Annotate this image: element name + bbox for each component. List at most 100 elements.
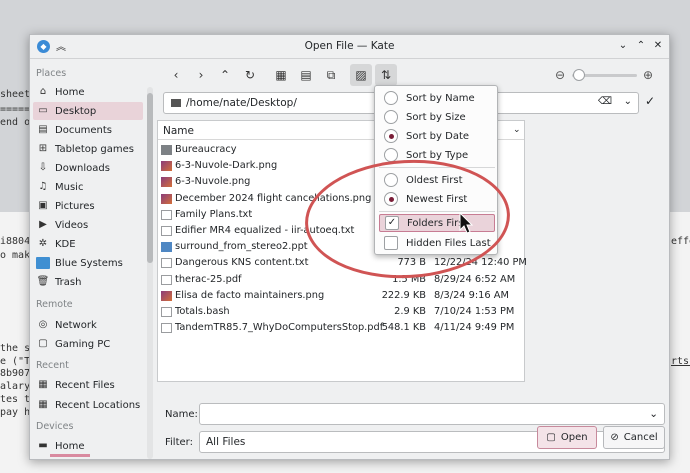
zoom-slider[interactable]	[572, 69, 637, 81]
radio-button[interactable]	[384, 148, 398, 162]
radio-button[interactable]	[384, 91, 398, 105]
sort-options-button[interactable]: ⇅	[375, 64, 397, 86]
bg-text-line: sheet	[0, 89, 31, 100]
sidebar-item-recent-files[interactable]: ▦ Recent Files	[33, 376, 143, 394]
filter-value[interactable]: All Files	[206, 436, 245, 448]
menu-item-sort-by-size[interactable]: Sort by Size	[379, 108, 495, 126]
file-name: TandemTR85.7_WhyDoComputersStop.pdf	[175, 322, 384, 334]
icons-view-button[interactable]: ▦	[270, 64, 292, 86]
open-button[interactable]: ▢ Open	[537, 426, 597, 449]
menu-item-newest-first[interactable]: Newest First	[379, 190, 495, 208]
sidebar-section-devices: Devices	[36, 421, 74, 432]
gamepad-icon: ⊞	[38, 143, 48, 154]
bg-text-line: =====	[0, 104, 31, 115]
recent-locations-icon: ▦	[38, 399, 48, 410]
maximize-button[interactable]: ⌃	[634, 39, 648, 53]
table-row[interactable]: Elisa de facto maintainers.png 222.9 KB 8/…	[158, 288, 524, 304]
sidebar-item-trash[interactable]: 🗑 Trash	[33, 273, 143, 291]
checkbox[interactable]	[384, 236, 398, 250]
mouse-pointer-icon	[459, 212, 474, 234]
table-row[interactable]: Totals.bash 2.9 KB 7/10/24 1:53 PM	[158, 304, 524, 320]
menu-item-sort-by-date[interactable]: Sort by Date	[379, 127, 495, 145]
radio-button[interactable]	[384, 192, 398, 206]
sidebar-item-pictures[interactable]: ▣ Pictures	[33, 197, 143, 215]
detail-view-button[interactable]: ▤	[295, 64, 317, 86]
table-row[interactable]: Dangerous KNS content.txt 773 B 12/22/24 1…	[158, 255, 527, 271]
tree-view-button[interactable]: ⧉	[320, 64, 342, 86]
clear-location-icon[interactable]: ⌫	[598, 96, 612, 107]
zoom-in-icon[interactable]: ⊕	[643, 68, 653, 82]
file-size: 1.5 MB	[392, 273, 426, 285]
table-row[interactable]: TandemTR85.7_WhyDoComputersStop.pdf 548.1…	[158, 320, 524, 336]
image-file-icon	[161, 177, 172, 188]
location-path[interactable]: /home/nate/Desktop/	[186, 97, 297, 109]
location-history-chevron-icon[interactable]: ⌄	[624, 96, 632, 107]
file-date: 7/10/24 1:53 PM	[434, 306, 515, 317]
cancel-button[interactable]: ⊘ Cancel	[603, 426, 665, 449]
downloads-icon: ⇩	[38, 162, 48, 173]
close-button[interactable]: ✕	[651, 39, 665, 53]
sidebar-item-videos[interactable]: ▶ Videos	[33, 216, 143, 234]
menu-item-sort-by-type[interactable]: Sort by Type	[379, 146, 495, 164]
sidebar-scrollbar[interactable]	[147, 87, 153, 459]
sort-chevron-icon[interactable]: ⌄	[513, 125, 521, 135]
confirm-location-button[interactable]: ✓	[645, 94, 655, 108]
file-name: December 2024 flight cancellations.png	[175, 192, 372, 204]
recent-files-icon: ▦	[38, 379, 48, 390]
menu-item-oldest-first[interactable]: Oldest First	[379, 171, 495, 189]
table-row[interactable]: therac-25.pdf 1.5 MB 8/29/24 6:52 AM	[158, 272, 524, 288]
sidebar-item-blue-systems[interactable]: Blue Systems	[33, 254, 143, 272]
kde-icon: ✲	[38, 238, 48, 249]
sidebar-item-label: Desktop	[55, 105, 97, 117]
chevron-up-icon: ⌃	[636, 40, 646, 51]
sidebar-item-gaming-pc[interactable]: ▢ Gaming PC	[33, 335, 143, 353]
sidebar-item-downloads[interactable]: ⇩ Downloads	[33, 159, 143, 177]
file-icon	[161, 274, 172, 285]
menu-item-label: Hidden Files Last	[406, 237, 491, 249]
name-input[interactable]: ⌄	[199, 403, 665, 425]
scrollbar-thumb[interactable]	[147, 93, 153, 263]
sidebar-item-desktop[interactable]: ▭ Desktop	[33, 102, 143, 120]
collapse-button[interactable]: ⌄	[616, 39, 630, 53]
radio-button[interactable]	[384, 173, 398, 187]
back-button[interactable]: ‹	[165, 64, 187, 86]
menu-item-hidden-files-last[interactable]: Hidden Files Last	[379, 234, 495, 252]
sidebar-item-documents[interactable]: ▤ Documents	[33, 121, 143, 139]
sidebar-item-home-drive[interactable]: ▬ Home	[33, 437, 143, 455]
column-header-name[interactable]: Name	[163, 125, 194, 137]
checkbox[interactable]: ✓	[385, 216, 399, 230]
sidebar-item-label: KDE	[55, 238, 76, 250]
sidebar-item-recent-locations[interactable]: ▦ Recent Locations	[33, 396, 143, 414]
up-button[interactable]: ⌃	[214, 64, 236, 86]
file-icon	[161, 242, 172, 253]
menu-item-sort-by-name[interactable]: Sort by Name	[379, 89, 495, 107]
chevron-down-icon[interactable]: ⌄	[649, 408, 658, 420]
file-name: 6-3-Nuvole-Dark.png	[175, 160, 278, 172]
sidebar-item-music[interactable]: ♫ Music	[33, 178, 143, 196]
preview-toggle-button[interactable]: ▨	[350, 64, 372, 86]
sidebar-item-tabletop-games[interactable]: ⊞ Tabletop games	[33, 140, 143, 158]
file-name: Bureaucracy	[175, 144, 237, 155]
sidebar-section-places: Places	[36, 68, 67, 79]
sidebar-item-home[interactable]: ⌂ Home	[33, 83, 143, 101]
network-icon: ◎	[38, 319, 48, 330]
sidebar-item-kde[interactable]: ✲ KDE	[33, 235, 143, 253]
menu-item-label: Sort by Date	[406, 130, 470, 142]
sidebar-item-network[interactable]: ◎ Network	[33, 316, 143, 334]
menu-item-folders-first[interactable]: ✓ Folders First	[379, 214, 495, 232]
window-title: Open File — Kate	[304, 40, 395, 52]
zoom-slider-handle[interactable]	[572, 69, 585, 81]
forward-button[interactable]: ›	[190, 64, 212, 86]
radio-button[interactable]	[384, 129, 398, 143]
file-size: 222.9 KB	[381, 289, 426, 301]
file-date: 8/3/24 9:16 AM	[434, 289, 509, 301]
zoom-out-icon[interactable]: ⊖	[555, 68, 565, 82]
checkmark-icon: ✓	[387, 217, 397, 228]
radio-button[interactable]	[384, 110, 398, 124]
folder-icon	[171, 99, 181, 107]
reload-button[interactable]: ↻	[239, 64, 261, 86]
file-name: Totals.bash	[175, 306, 230, 317]
sidebar-item-label: Blue Systems	[55, 257, 123, 269]
tree-view-icon: ⧉	[326, 68, 336, 82]
open-button-label: Open	[560, 432, 588, 443]
